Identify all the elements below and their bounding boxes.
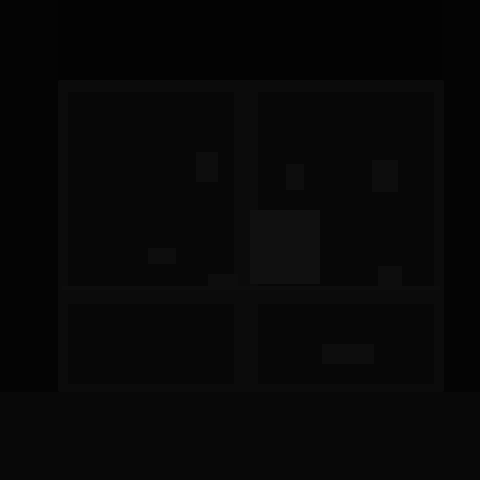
- small-reflection-left: [196, 152, 218, 182]
- dark-window-scene: [0, 0, 480, 480]
- floor-band: [0, 392, 480, 480]
- small-reflection-right: [372, 160, 398, 192]
- window-transom: [58, 288, 444, 304]
- shelf-object-center: [208, 274, 238, 286]
- sill-highlight: [62, 286, 440, 290]
- window-bottom-left-pane: [68, 304, 234, 384]
- shelf-object-left: [148, 248, 176, 264]
- shelf-object-right: [378, 266, 402, 286]
- lower-reflection: [322, 344, 374, 364]
- right-glow-block: [250, 210, 320, 284]
- small-reflection-center: [286, 164, 304, 190]
